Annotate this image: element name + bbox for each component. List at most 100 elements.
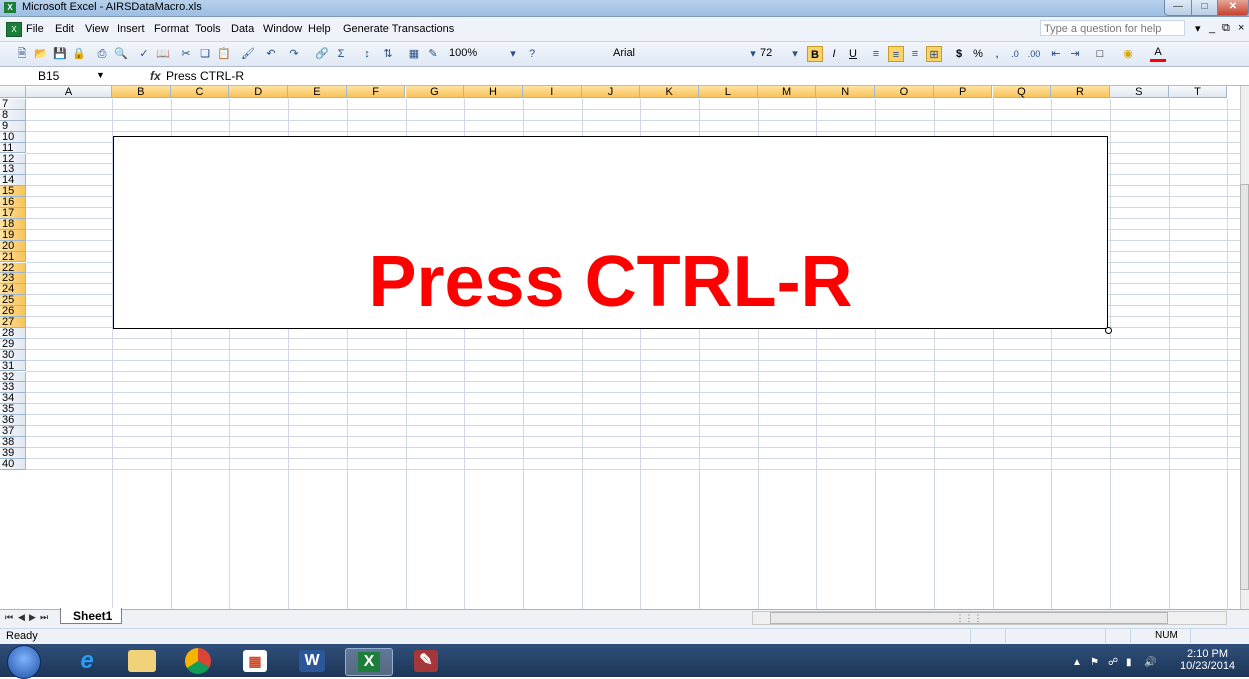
zoom-dropdown-icon[interactable]: ▾ <box>505 46 521 62</box>
column-header-g[interactable]: G <box>405 86 465 98</box>
font-size-select[interactable]: 72 <box>757 46 787 62</box>
column-header-l[interactable]: L <box>699 86 758 98</box>
copy-icon[interactable]: ❏ <box>197 46 213 62</box>
row-header-31[interactable]: 31 <box>0 360 26 372</box>
menu-window[interactable]: Window <box>263 23 302 35</box>
column-header-a[interactable]: A <box>26 86 112 98</box>
undo-icon[interactable]: ↶ <box>263 46 279 62</box>
italic-icon[interactable]: I <box>826 46 842 62</box>
select-all-corner[interactable] <box>0 86 26 98</box>
column-header-e[interactable]: E <box>288 86 347 98</box>
last-sheet-icon[interactable]: ⏭ <box>40 612 48 623</box>
fill-color-icon[interactable]: ◉ <box>1120 46 1136 62</box>
minimize-button[interactable]: — <box>1164 0 1192 16</box>
borders-icon[interactable]: □ <box>1092 46 1108 62</box>
help-icon[interactable]: ? <box>524 46 540 62</box>
close-button[interactable]: ✕ <box>1217 0 1249 16</box>
column-header-j[interactable]: J <box>581 86 641 98</box>
zoom-select[interactable]: 100% <box>446 46 504 62</box>
name-box-dropdown-icon[interactable]: ▼ <box>96 70 105 80</box>
row-header-40[interactable]: 40 <box>0 458 26 470</box>
doc-minimize-icon[interactable]: _ <box>1209 22 1215 34</box>
word-icon[interactable]: W <box>299 650 325 672</box>
chart-wizard-icon[interactable]: ▦ <box>406 46 422 62</box>
print-icon[interactable]: ⎙ <box>94 46 110 62</box>
insert-function-icon[interactable]: fx <box>150 67 161 85</box>
column-header-b[interactable]: B <box>112 86 171 98</box>
increase-indent-icon[interactable]: ⇥ <box>1067 46 1083 62</box>
doc-restore-icon[interactable]: ⧉ <box>1222 22 1230 35</box>
prev-sheet-icon[interactable]: ◀ <box>18 612 25 623</box>
menu-view[interactable]: View <box>85 23 109 35</box>
increase-decimal-icon[interactable]: .0 <box>1007 46 1023 62</box>
column-header-n[interactable]: N <box>816 86 876 98</box>
column-header-o[interactable]: O <box>875 86 934 98</box>
menu-edit[interactable]: Edit <box>55 23 74 35</box>
row-header-30[interactable]: 30 <box>0 349 26 361</box>
menu-generate-transactions[interactable]: Generate Transactions <box>343 23 454 35</box>
align-left-icon[interactable]: ≡ <box>868 46 884 62</box>
menu-help[interactable]: Help <box>308 23 331 35</box>
comma-style-icon[interactable]: , <box>989 46 1005 62</box>
column-header-m[interactable]: M <box>757 86 817 98</box>
column-header-i[interactable]: I <box>522 86 582 98</box>
menu-tools[interactable]: Tools <box>195 23 221 35</box>
paste-icon[interactable]: 📋 <box>216 46 232 62</box>
percent-icon[interactable]: % <box>970 46 986 62</box>
network-icon[interactable]: ▮ <box>1126 657 1132 668</box>
autosum-icon[interactable]: Σ <box>333 46 349 62</box>
decrease-decimal-icon[interactable]: .00 <box>1026 46 1042 62</box>
apps-grid-icon[interactable]: ▦ <box>243 650 267 672</box>
save-icon[interactable]: 💾 <box>52 46 68 62</box>
text-box-shape[interactable]: Press CTRL-R <box>113 136 1108 329</box>
font-name-select[interactable]: Arial <box>610 46 750 62</box>
action-center-icon[interactable]: ⚑ <box>1090 657 1099 668</box>
redo-icon[interactable]: ↷ <box>286 46 302 62</box>
print-preview-icon[interactable]: 🔍 <box>113 46 129 62</box>
column-header-r[interactable]: R <box>1051 86 1110 98</box>
spelling-icon[interactable]: ✓ <box>136 46 152 62</box>
column-header-c[interactable]: C <box>170 86 230 98</box>
help-search-input[interactable]: Type a question for help <box>1040 20 1185 36</box>
doc-close-icon[interactable]: × <box>1238 22 1244 34</box>
internet-explorer-icon[interactable]: e <box>72 648 102 674</box>
sort-ascending-icon[interactable]: ↕ <box>359 46 375 62</box>
start-button[interactable] <box>7 645 41 679</box>
column-header-f[interactable]: F <box>346 86 406 98</box>
research-icon[interactable]: 📖 <box>155 46 171 62</box>
first-sheet-icon[interactable]: ⏮ <box>5 612 13 623</box>
row-header-20[interactable]: 20 <box>0 240 26 252</box>
vertical-scroll-thumb[interactable] <box>1240 184 1249 590</box>
chrome-icon[interactable] <box>185 648 211 674</box>
show-hidden-icons-icon[interactable]: ▲ <box>1072 657 1082 668</box>
volume-icon[interactable]: 🔊 <box>1144 657 1156 668</box>
power-icon[interactable]: ☍ <box>1108 657 1118 668</box>
column-header-s[interactable]: S <box>1109 86 1169 98</box>
excel-app-icon[interactable]: X <box>4 2 16 13</box>
column-header-p[interactable]: P <box>933 86 993 98</box>
font-size-dropdown-icon[interactable]: ▾ <box>787 46 803 62</box>
menu-data[interactable]: Data <box>231 23 254 35</box>
column-header-q[interactable]: Q <box>992 86 1052 98</box>
column-header-d[interactable]: D <box>229 86 289 98</box>
align-center-icon[interactable]: ≡ <box>888 46 904 62</box>
file-explorer-icon[interactable] <box>128 650 156 672</box>
help-dropdown-icon[interactable]: ▾ <box>1195 22 1201 35</box>
row-header-11[interactable]: 11 <box>0 142 26 154</box>
decrease-indent-icon[interactable]: ⇤ <box>1048 46 1064 62</box>
maximize-button[interactable]: □ <box>1191 0 1218 16</box>
next-sheet-icon[interactable]: ▶ <box>29 612 36 623</box>
permission-icon[interactable]: 🔒 <box>71 46 87 62</box>
align-right-icon[interactable]: ≡ <box>907 46 923 62</box>
bold-icon[interactable]: B <box>807 46 823 62</box>
workbook-icon[interactable]: X <box>6 22 22 37</box>
formula-input[interactable]: Press CTRL-R <box>166 67 244 85</box>
menu-file[interactable]: File <box>26 23 44 35</box>
row-header-21[interactable]: 21 <box>0 251 26 263</box>
currency-icon[interactable]: $ <box>951 46 967 62</box>
access-icon[interactable]: ✎ <box>414 650 438 672</box>
column-header-t[interactable]: T <box>1168 86 1228 98</box>
taskbar-clock[interactable]: 2:10 PM 10/23/2014 <box>1180 648 1235 672</box>
menu-insert[interactable]: Insert <box>117 23 145 35</box>
sheet-tab-sheet1[interactable]: Sheet1 <box>60 608 122 624</box>
